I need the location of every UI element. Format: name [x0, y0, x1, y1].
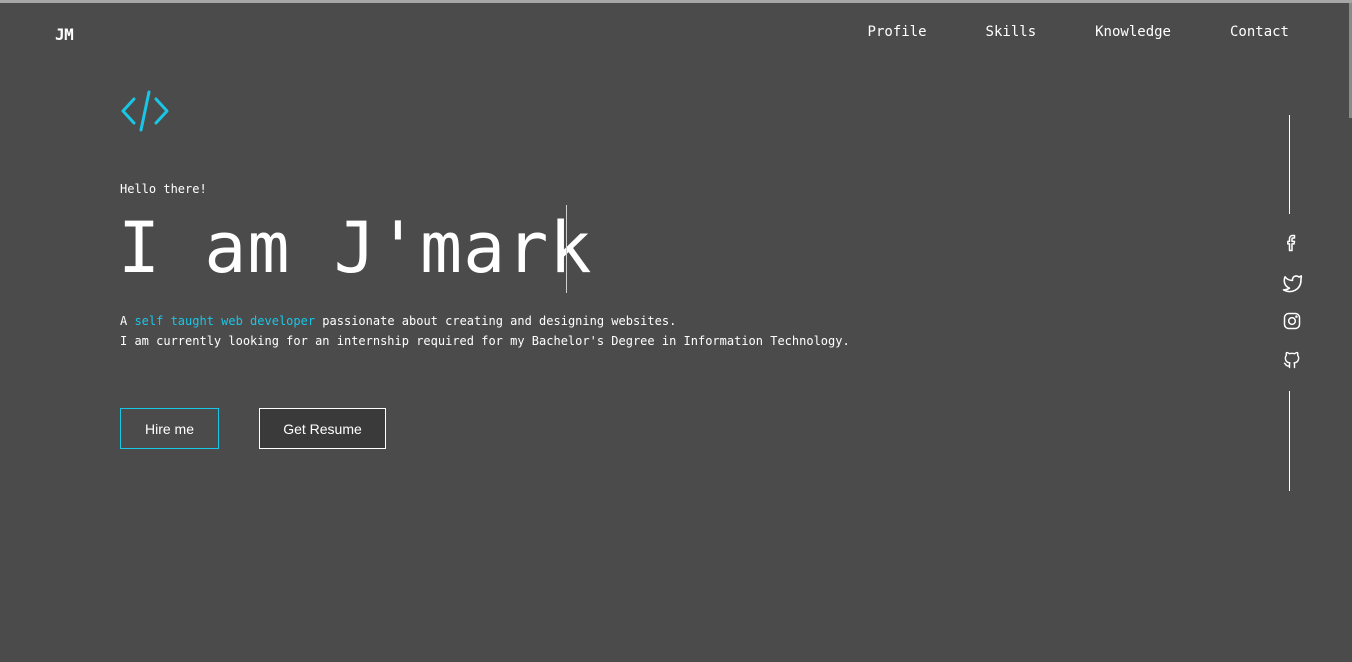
- github-link[interactable]: [1281, 349, 1303, 371]
- nav-item-profile[interactable]: Profile: [868, 24, 927, 40]
- hero-greeting: Hello there!: [120, 182, 207, 196]
- description-line-1: A self taught web developer passionate a…: [120, 311, 850, 331]
- facebook-link[interactable]: [1281, 232, 1303, 254]
- instagram-link[interactable]: [1281, 310, 1303, 332]
- nav-item-skills[interactable]: Skills: [986, 24, 1037, 40]
- nav-item-contact[interactable]: Contact: [1230, 24, 1289, 40]
- hero-description: A self taught web developer passionate a…: [120, 311, 850, 351]
- main-nav: Profile Skills Knowledge Contact: [809, 24, 1289, 40]
- description-highlight: self taught web developer: [134, 314, 316, 328]
- github-icon: [1283, 351, 1300, 369]
- social-divider-top: [1289, 115, 1290, 214]
- site-logo[interactable]: JM: [55, 25, 74, 44]
- description-prefix: A: [120, 314, 135, 328]
- typing-cursor: [566, 205, 567, 293]
- description-line1-rest: passionate about creating and designing …: [315, 314, 677, 328]
- nav-item-knowledge[interactable]: Knowledge: [1095, 24, 1171, 40]
- hire-me-button[interactable]: Hire me: [120, 408, 219, 449]
- code-icon: [121, 90, 169, 132]
- hero-title: I am J'mark: [118, 207, 593, 289]
- social-divider-bottom: [1289, 391, 1290, 491]
- instagram-icon: [1283, 312, 1301, 330]
- facebook-icon: [1287, 234, 1296, 252]
- get-resume-button[interactable]: Get Resume: [259, 408, 386, 449]
- twitter-link[interactable]: [1281, 271, 1303, 293]
- twitter-icon: [1282, 274, 1302, 292]
- description-line-2: I am currently looking for an internship…: [120, 334, 850, 348]
